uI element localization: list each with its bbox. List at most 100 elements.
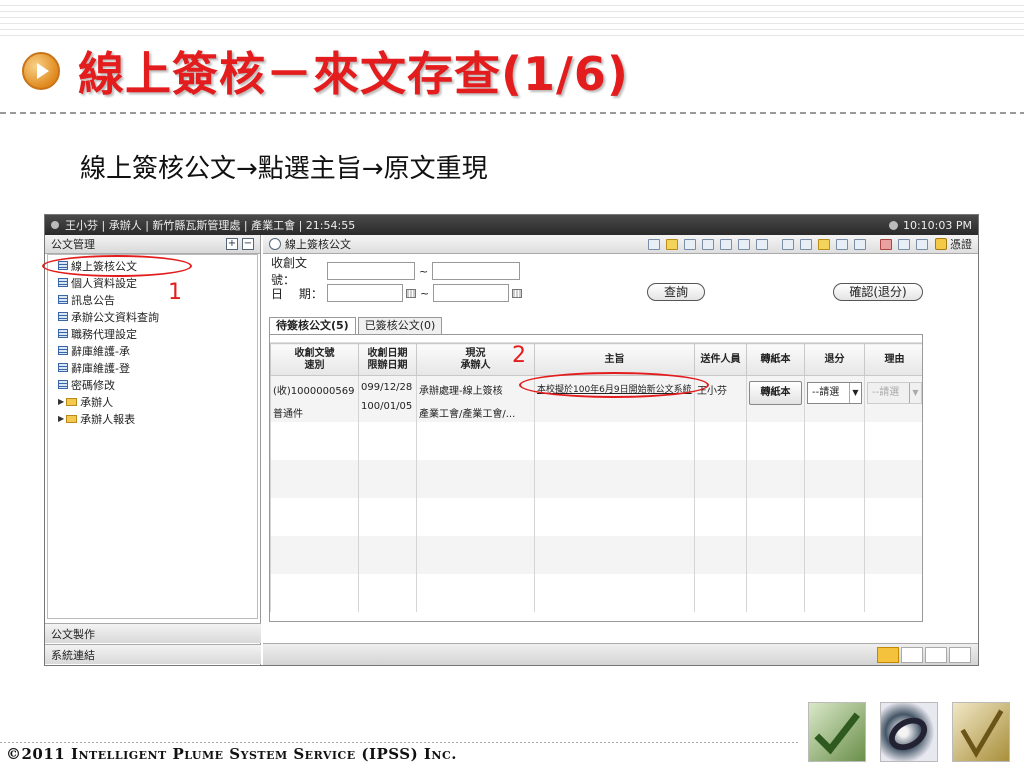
zoom-in-icon[interactable] xyxy=(898,238,910,250)
document-icon xyxy=(58,278,68,287)
calendar-icon[interactable] xyxy=(512,288,523,298)
sidebar-item-label: 密碼修改 xyxy=(71,378,115,392)
document-icon xyxy=(58,380,68,389)
return-select[interactable]: --請選 ▼ xyxy=(807,382,862,404)
sidebar-item-lexicon-register[interactable]: 辭庫維護-登 xyxy=(52,359,257,376)
print-icon[interactable] xyxy=(702,238,714,250)
convert-paper-button[interactable]: 轉紙本 xyxy=(749,381,802,405)
open-folder-icon[interactable] xyxy=(666,238,678,250)
row-speed: 普通件 xyxy=(273,409,303,420)
sidebar-item-handler-report[interactable]: ▶ 承辦人報表 xyxy=(52,410,257,427)
sidebar-item-handler-folder[interactable]: ▶ 承辦人 xyxy=(52,393,257,410)
col-header-doc-no[interactable]: 收創文號 速別 xyxy=(270,343,359,376)
tab-signed[interactable]: 已簽核公文(0) xyxy=(357,317,443,334)
table-row xyxy=(270,460,922,498)
zoom-out-icon[interactable] xyxy=(916,238,928,250)
certificate-button[interactable]: 憑證 xyxy=(935,236,972,252)
table-row xyxy=(270,536,922,574)
save-icon[interactable] xyxy=(684,238,696,250)
folder-icon xyxy=(66,414,78,423)
doc-no-from-input[interactable] xyxy=(327,262,415,280)
date-to-input[interactable] xyxy=(433,284,510,302)
col-header-reason[interactable]: 理由 xyxy=(864,343,922,376)
col-header-paper[interactable]: 轉紙本 xyxy=(746,343,805,376)
sidebar-item-label: 辭庫維護-承 xyxy=(71,344,130,358)
row-doc-no: (收)1000000569 xyxy=(273,386,355,397)
document-icon xyxy=(58,363,68,372)
sidebar-menu: 線上簽核公文 個人資料設定 訊息公告 承辦公文資料查詢 職務代理設定 辭庫維護-… xyxy=(47,254,258,619)
copy-icon[interactable] xyxy=(800,238,812,250)
sidebar-footer-doc-make[interactable]: 公文製作 xyxy=(45,623,261,643)
certificate-label: 憑證 xyxy=(950,238,972,251)
find-icon[interactable] xyxy=(880,238,892,250)
annotation-number-1: 1 xyxy=(168,280,182,305)
sidebar-item-lexicon-handler[interactable]: 辭庫維護-承 xyxy=(52,342,257,359)
slide-title-row: 線上簽核－來文存查(1/6) xyxy=(22,36,1002,106)
annotation-ellipse-2 xyxy=(519,372,709,398)
sidebar-item-doc-query[interactable]: 承辦公文資料查詢 xyxy=(52,308,257,325)
calendar-icon[interactable] xyxy=(406,288,416,298)
titlebar-clock: 10:10:03 PM xyxy=(902,218,972,232)
col-header-subject[interactable]: 主旨 xyxy=(534,343,695,376)
doc-no-label: 收創文號： xyxy=(271,256,308,287)
chevron-down-icon: ▼ xyxy=(849,383,861,403)
document-icon xyxy=(58,329,68,338)
collapse-icon[interactable]: − xyxy=(242,238,254,250)
sidebar-title: 公文管理 xyxy=(51,238,95,251)
doc-tabs: 待簽核公文(5) 已簽核公文(0) xyxy=(269,317,444,334)
sidebar-item-password[interactable]: 密碼修改 xyxy=(52,376,257,393)
table-header-row: 收創文號 速別 收創日期 限辦日期 現況 承辦人 主旨 送件人員 轉紙本 退分 理由 xyxy=(270,343,922,376)
col-header-sender[interactable]: 送件人員 xyxy=(694,343,747,376)
annotation-ellipse-1 xyxy=(42,255,192,277)
new-doc-icon[interactable] xyxy=(648,238,660,250)
return-select-value: --請選 xyxy=(812,387,840,398)
range-tilde: ~ xyxy=(420,286,430,300)
col-header-date[interactable]: 收創日期 限辦日期 xyxy=(358,343,417,376)
tab-pending[interactable]: 待簽核公文(5) xyxy=(269,317,356,334)
titlebar-user-info: 王小芬 | 承辦人 | 新竹縣瓦斯管理處 | 產業工會 | 21:54:55 xyxy=(65,219,356,232)
status-toggle[interactable] xyxy=(949,647,971,663)
confirm-return-button[interactable]: 確認(退分) xyxy=(833,283,923,301)
sidebar-item-profile[interactable]: 個人資料設定 xyxy=(52,274,257,291)
table-row xyxy=(270,498,922,536)
date-from-input[interactable] xyxy=(327,284,403,302)
reason-select-value: --請選 xyxy=(872,387,900,398)
doc-no-to-input[interactable] xyxy=(432,262,521,280)
clock-icon xyxy=(888,220,898,230)
annotation-number-2: 2 xyxy=(512,343,526,368)
sidebar-header: 公文管理 + − xyxy=(45,235,260,254)
sidebar-footer-label: 系統連結 xyxy=(51,648,95,662)
main-toolbar: 線上簽核公文 憑證 xyxy=(263,235,978,254)
sidebar-footer-sys-link[interactable]: 系統連結 xyxy=(45,644,261,664)
col-header-return[interactable]: 退分 xyxy=(804,343,865,376)
row-due-date: 100/01/05 xyxy=(361,401,413,412)
slide-title: 線上簽核－來文存查(1/6) xyxy=(78,47,629,101)
status-toggle[interactable] xyxy=(901,647,923,663)
sidebar-item-label: 訊息公告 xyxy=(71,293,115,307)
expand-arrow-icon: ▶ xyxy=(58,414,65,423)
sidebar-item-proxy[interactable]: 職務代理設定 xyxy=(52,325,257,342)
spellcheck-icon[interactable] xyxy=(738,238,750,250)
row-handler: 產業工會/產業工會/... xyxy=(419,409,516,420)
document-icon xyxy=(58,346,68,355)
status-toggle-active[interactable] xyxy=(877,647,899,663)
ring-logo-icon xyxy=(880,702,938,762)
footer-divider xyxy=(0,742,800,743)
sidebar-item-label: 承辦公文資料查詢 xyxy=(71,310,159,324)
sidebar-item-label: 承辦人 xyxy=(80,395,114,409)
title-divider xyxy=(0,112,1024,114)
query-button[interactable]: 查詢 xyxy=(647,283,705,301)
radio-icon xyxy=(269,238,281,250)
expand-icon[interactable]: + xyxy=(226,238,238,250)
preview-icon[interactable] xyxy=(720,238,732,250)
play-bullet-icon xyxy=(22,52,60,90)
cut-icon[interactable] xyxy=(782,238,794,250)
redo-icon[interactable] xyxy=(854,238,866,250)
export-icon[interactable] xyxy=(756,238,768,250)
undo-icon[interactable] xyxy=(836,238,848,250)
slide-top-lines xyxy=(0,0,1024,40)
sidebar-item-announcements[interactable]: 訊息公告 xyxy=(52,291,257,308)
paste-icon[interactable] xyxy=(818,238,830,250)
chevron-down-icon: ▼ xyxy=(909,383,921,403)
status-toggle[interactable] xyxy=(925,647,947,663)
